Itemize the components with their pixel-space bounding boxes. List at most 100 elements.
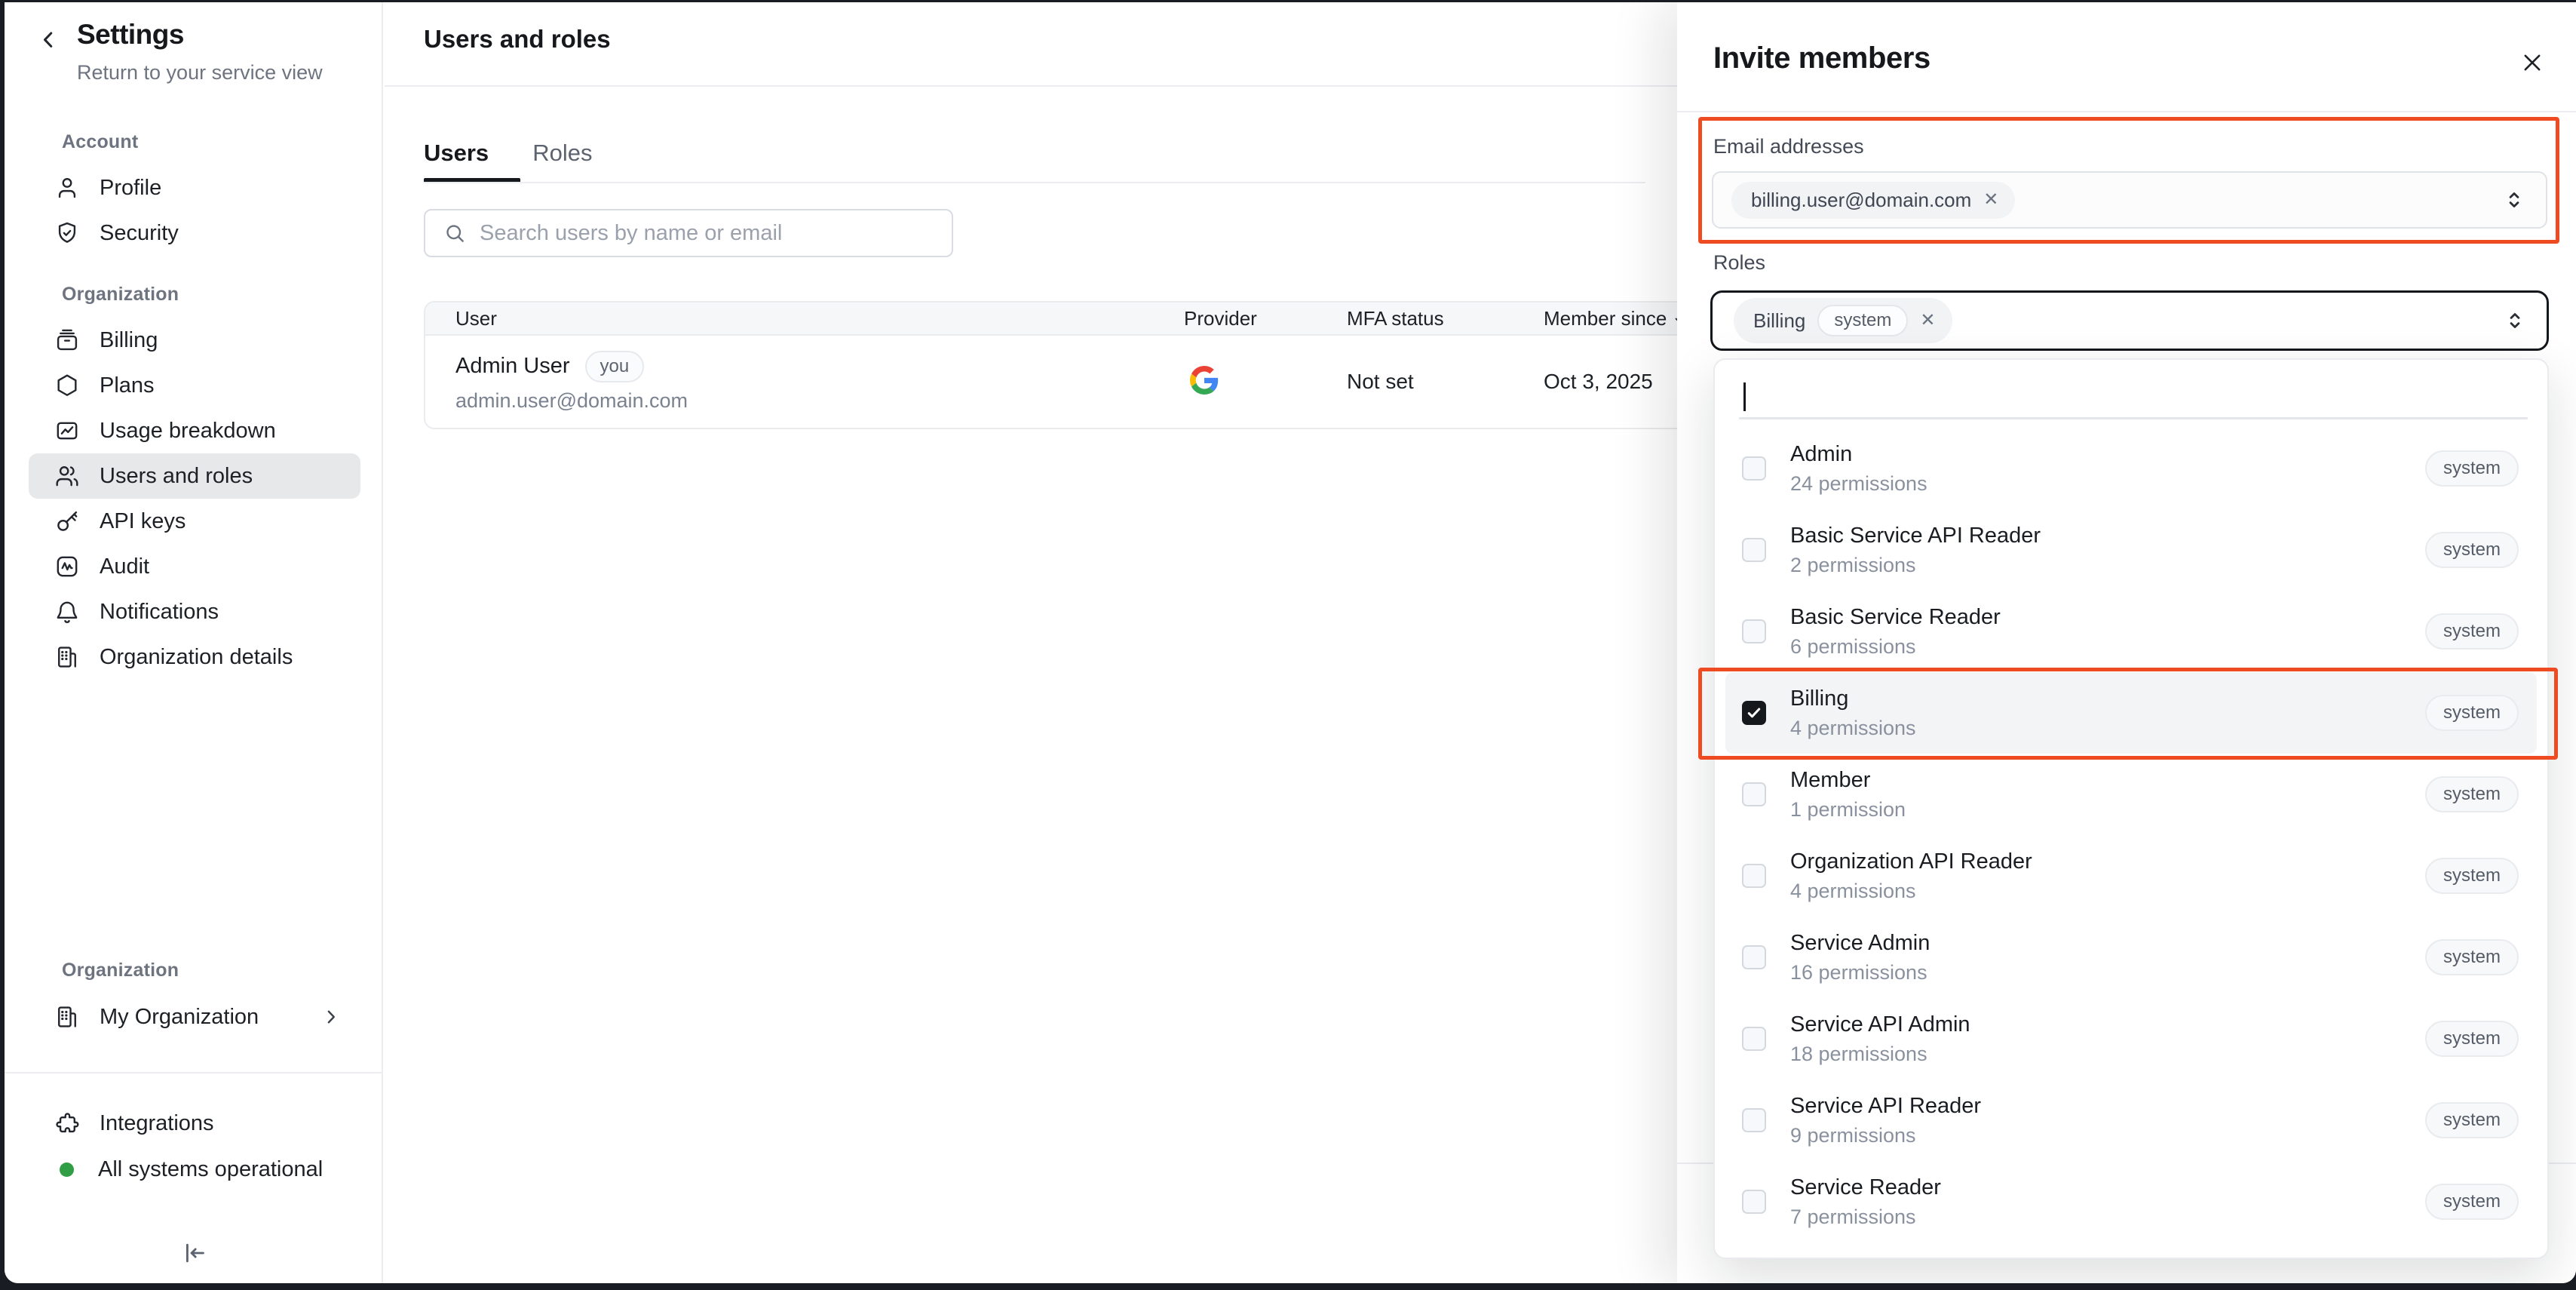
system-badge: system [2425, 1021, 2519, 1057]
system-status[interactable]: All systems operational [5, 1147, 382, 1193]
role-option-service-api-reader[interactable]: Service API Reader 9 permissions system [1725, 1080, 2537, 1161]
mfa-status: Not set [1347, 370, 1544, 394]
role-option-service-reader[interactable]: Service Reader 7 permissions system [1725, 1161, 2537, 1242]
status-dot-icon [54, 1163, 78, 1177]
system-badge: system [2425, 939, 2519, 975]
role-option-member[interactable]: Member 1 permission system [1725, 754, 2537, 835]
tabs: Users Roles [424, 131, 592, 176]
sidebar-item-integrations[interactable]: Integrations [5, 1101, 382, 1147]
sidebar-item-billing[interactable]: Billing [5, 318, 382, 363]
invite-members-panel: Invite members Email addresses billing.u… [1677, 2, 2576, 1283]
main-content: Users and roles Users Roles User Provide… [385, 2, 1679, 1283]
column-header-provider[interactable]: Provider [1184, 307, 1347, 330]
role-option-service-api-admin[interactable]: Service API Admin 18 permissions system [1725, 998, 2537, 1080]
column-header-mfa[interactable]: MFA status [1347, 307, 1544, 330]
role-option-basic-service-api-reader[interactable]: Basic Service API Reader 2 permissions s… [1725, 509, 2537, 591]
email-chip: billing.user@domain.com ✕ [1731, 182, 2015, 219]
hexagon-icon [54, 373, 80, 398]
puzzle-icon [54, 1111, 80, 1137]
role-option-organization-api-reader[interactable]: Organization API Reader 4 permissions sy… [1725, 835, 2537, 917]
collapse-left-icon [181, 1239, 208, 1267]
system-badge: system [2425, 613, 2519, 650]
audit-activity-icon [54, 554, 80, 579]
status-label: All systems operational [98, 1157, 323, 1182]
sidebar-item-notifications[interactable]: Notifications [5, 589, 382, 634]
user-email: admin.user@domain.com [455, 389, 1184, 413]
google-provider-icon [1190, 366, 1219, 395]
section-label-organization: Organization [5, 281, 382, 307]
chevron-left-icon [35, 26, 62, 54]
system-badge: system [2425, 450, 2519, 487]
system-badge: system [2425, 695, 2519, 731]
roles-select[interactable]: Billing system ✕ [1710, 290, 2549, 351]
shield-check-icon [54, 220, 80, 246]
role-option-billing[interactable]: Billing 4 permissions system [1725, 672, 2537, 754]
building-icon [54, 644, 80, 670]
sidebar-item-security[interactable]: Security [5, 210, 382, 256]
close-panel-button[interactable] [2516, 46, 2549, 79]
role-checkbox[interactable] [1742, 945, 1766, 969]
remove-email-chip-icon[interactable]: ✕ [1983, 191, 1998, 209]
role-checkbox[interactable] [1742, 1108, 1766, 1132]
system-badge: system [1817, 305, 1908, 336]
sidebar-divider [5, 1072, 382, 1073]
section-label-account: Account [5, 129, 382, 155]
role-option-basic-service-reader[interactable]: Basic Service Reader 6 permissions syste… [1725, 591, 2537, 672]
header-divider [385, 85, 1679, 87]
sidebar-item-users-and-roles[interactable]: Users and roles [29, 453, 360, 499]
role-checkbox[interactable] [1742, 701, 1766, 725]
role-checkbox[interactable] [1742, 456, 1766, 481]
role-checkbox[interactable] [1742, 1190, 1766, 1214]
role-checkbox[interactable] [1742, 538, 1766, 562]
bell-icon [54, 599, 80, 625]
sidebar-title: Settings [77, 19, 184, 51]
org-switcher-section: Organization My Organization [5, 957, 382, 1040]
role-option-admin[interactable]: Admin 24 permissions system [1725, 428, 2537, 509]
users-table: User Provider MFA status Member since Ad… [424, 301, 1796, 429]
sidebar-nav: Account Profile Security Organization Bi… [5, 129, 382, 680]
org-switcher[interactable]: My Organization [5, 994, 382, 1040]
tab-users[interactable]: Users [424, 131, 489, 176]
app-window: Settings Return to your service view Acc… [5, 2, 2576, 1283]
integrations-label: Integrations [100, 1111, 214, 1136]
panel-title: Invite members [1713, 41, 1930, 75]
sidebar-footer: Integrations All systems operational [5, 1101, 382, 1193]
sidebar-item-api-keys[interactable]: API keys [5, 499, 382, 544]
sidebar-item-profile[interactable]: Profile [5, 165, 382, 210]
sidebar-item-audit[interactable]: Audit [5, 544, 382, 589]
role-checkbox[interactable] [1742, 864, 1766, 888]
collapse-sidebar-button[interactable] [173, 1232, 216, 1274]
sidebar-item-plans[interactable]: Plans [5, 363, 382, 408]
system-badge: system [2425, 1102, 2519, 1138]
table-row[interactable]: Admin User you admin.user@domain.com Not… [425, 336, 1795, 428]
stepper-icon[interactable] [2502, 183, 2526, 217]
role-checkbox[interactable] [1742, 1027, 1766, 1051]
you-badge: you [585, 351, 645, 383]
billing-box-icon [54, 327, 80, 353]
usage-chart-icon [54, 418, 80, 444]
role-checkbox[interactable] [1742, 782, 1766, 806]
email-addresses-label: Email addresses [1713, 135, 1864, 158]
key-icon [54, 508, 80, 534]
page-title: Users and roles [424, 25, 611, 54]
search-icon [443, 222, 466, 244]
email-addresses-field[interactable]: billing.user@domain.com ✕ [1712, 171, 2547, 229]
section-label-organization: Organization [5, 957, 382, 983]
role-checkbox[interactable] [1742, 619, 1766, 643]
system-badge: system [2425, 858, 2519, 894]
tab-roles[interactable]: Roles [532, 131, 592, 176]
system-badge: system [2425, 1184, 2519, 1220]
role-filter-input[interactable] [1740, 378, 2522, 411]
sidebar-item-organization-details[interactable]: Organization details [5, 634, 382, 680]
tabs-divider [424, 182, 1645, 183]
search-input[interactable] [480, 221, 937, 246]
remove-role-chip-icon[interactable]: ✕ [1920, 312, 1935, 330]
sidebar-subtitle: Return to your service view [77, 61, 323, 84]
stepper-icon[interactable] [2503, 304, 2527, 337]
role-option-service-admin[interactable]: Service Admin 16 permissions system [1725, 917, 2537, 998]
sidebar-item-usage-breakdown[interactable]: Usage breakdown [5, 408, 382, 453]
column-header-user[interactable]: User [425, 307, 1184, 330]
user-name: Admin User [455, 354, 570, 379]
back-button[interactable] [35, 26, 62, 54]
text-caret [1743, 382, 1746, 411]
